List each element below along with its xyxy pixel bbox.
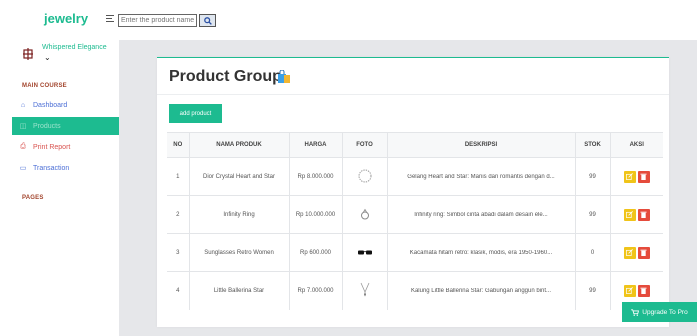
trash-icon — [640, 249, 647, 256]
home-icon: ⌂ — [20, 101, 26, 109]
cell-price: Rp 8.000.000 — [288, 157, 342, 196]
ring-photo — [360, 208, 369, 219]
bracelet-photo — [358, 169, 371, 182]
cell-no: 3 — [167, 233, 189, 272]
upgrade-label: Upgrade To Pro — [642, 308, 688, 316]
description-text: Kacamata hitam retro: klasik, modis, era… — [409, 249, 553, 256]
cell-product-name: Little Ballerina Star — [188, 271, 289, 310]
edit-icon — [626, 173, 634, 180]
necklace-photo — [360, 282, 369, 297]
page-title: Product Group — [169, 68, 282, 85]
search-icon — [203, 16, 212, 25]
store-icon — [23, 48, 33, 60]
cell-product-name: Infinity Ring — [188, 195, 289, 234]
column-header-name: NAMA PRODUK — [188, 132, 289, 158]
column-header-actions: AKSI — [609, 132, 663, 158]
section-main-course: MAIN COURSE — [22, 83, 67, 89]
edit-icon — [626, 211, 634, 218]
column-header-stock: STOK — [574, 132, 610, 158]
cell-price: Rp 7.000.000 — [288, 271, 342, 310]
cell-photo — [341, 271, 387, 310]
cell-no: 2 — [167, 195, 189, 234]
table-row: 2 Infinity Ring Rp 10.000.000 Infinity r… — [167, 195, 663, 234]
sidebar-item-label: Dashboard — [33, 101, 68, 109]
menu-toggle-icon[interactable] — [106, 15, 114, 23]
table-row: 4 Little Ballerina Star Rp 7.000.000 Kal… — [167, 271, 663, 310]
card-icon: ▭ — [19, 165, 27, 172]
cell-stock: 0 — [574, 233, 610, 272]
cell-description: Gelang Heart and Star: Manis dan romanti… — [386, 157, 575, 196]
section-pages: PAGES — [22, 195, 44, 201]
cell-description: Kalung Little Ballerina Star: Gabungan a… — [386, 271, 575, 310]
table-header-row: NO NAMA PRODUK HARGA FOTO DESKRIPSI STOK… — [167, 132, 663, 158]
edit-icon — [626, 287, 634, 295]
cell-stock: 99 — [574, 157, 610, 196]
column-header-photo: FOTO — [341, 132, 387, 158]
search-button[interactable] — [199, 14, 216, 27]
cell-photo — [341, 195, 387, 234]
box-icon: ◫ — [19, 123, 27, 130]
cell-price: Rp 10.000.000 — [288, 195, 342, 234]
sidebar: Whispered Elegance ⌄ MAIN COURSE ⌂ Dashb… — [0, 40, 119, 336]
cell-product-name: Dior Crystal Heart and Star — [188, 157, 289, 196]
delete-button[interactable] — [637, 284, 650, 297]
cell-product-name: Sunglasses Retro Women — [188, 233, 289, 272]
search-input[interactable] — [118, 14, 197, 27]
cart-icon — [631, 308, 640, 316]
delete-button[interactable] — [637, 208, 650, 221]
cell-photo — [341, 157, 387, 196]
top-bar: jewelry — [0, 0, 697, 40]
sidebar-item-label: Products — [33, 122, 61, 130]
sidebar-item-label: Print Report — [33, 143, 71, 151]
column-header-price: HARGA — [288, 132, 342, 158]
delete-button[interactable] — [637, 170, 650, 183]
table-row: 1 Dior Crystal Heart and Star Rp 8.000.0… — [167, 157, 663, 196]
cell-stock: 99 — [574, 195, 610, 234]
cell-description: Kacamata hitam retro: klasik, modis, era… — [386, 233, 575, 272]
printer-icon: ⎙ — [20, 143, 26, 150]
sidebar-item-print-report[interactable]: ⎙ Print Report — [12, 138, 119, 156]
trash-icon — [640, 287, 647, 295]
sidebar-item-transaction[interactable]: ▭ Transaction — [12, 159, 119, 177]
product-group-card: Product Group add product NO NAMA PRODUK… — [157, 57, 669, 327]
cell-photo — [341, 233, 387, 272]
trash-icon — [640, 211, 647, 218]
edit-icon — [626, 249, 634, 256]
column-header-no: NO — [167, 132, 189, 158]
divider — [157, 94, 669, 95]
upgrade-to-pro-button[interactable]: Upgrade To Pro — [622, 302, 697, 322]
user-menu[interactable]: Whispered Elegance ⌄ — [0, 40, 119, 74]
add-product-button[interactable]: add product — [169, 104, 222, 123]
sunglasses-photo — [357, 250, 372, 254]
product-table: NO NAMA PRODUK HARGA FOTO DESKRIPSI STOK… — [167, 132, 663, 310]
cell-description: Infinity ring: Simbol cinta abadi dalam … — [386, 195, 575, 234]
edit-button[interactable] — [623, 284, 636, 297]
description-text: Gelang Heart and Star: Manis dan romanti… — [407, 173, 555, 180]
edit-button[interactable] — [623, 246, 636, 259]
cell-actions — [609, 157, 663, 196]
edit-button[interactable] — [623, 208, 636, 221]
column-header-description: DESKRIPSI — [386, 132, 575, 158]
chevron-down-icon[interactable]: ⌄ — [44, 53, 51, 62]
edit-button[interactable] — [623, 170, 636, 183]
sidebar-item-products[interactable]: ◫ Products — [12, 117, 119, 135]
cell-no: 4 — [167, 271, 189, 310]
cell-price: Rp 600.000 — [288, 233, 342, 272]
cell-stock: 99 — [574, 271, 610, 310]
description-text: Infinity ring: Simbol cinta abadi dalam … — [414, 211, 548, 218]
cell-no: 1 — [167, 157, 189, 196]
delete-button[interactable] — [637, 246, 650, 259]
cell-actions — [609, 233, 663, 272]
brand-logo[interactable]: jewelry — [44, 11, 88, 26]
description-text: Kalung Little Ballerina Star: Gabungan a… — [410, 287, 552, 294]
table-row: 3 Sunglasses Retro Women Rp 600.000 Kaca… — [167, 233, 663, 272]
cell-actions — [609, 195, 663, 234]
user-name: Whispered Elegance — [42, 44, 107, 51]
sidebar-item-label: Transaction — [33, 164, 70, 172]
shopping-bag-icon — [278, 70, 290, 83]
trash-icon — [640, 173, 647, 180]
sidebar-item-dashboard[interactable]: ⌂ Dashboard — [12, 96, 119, 114]
